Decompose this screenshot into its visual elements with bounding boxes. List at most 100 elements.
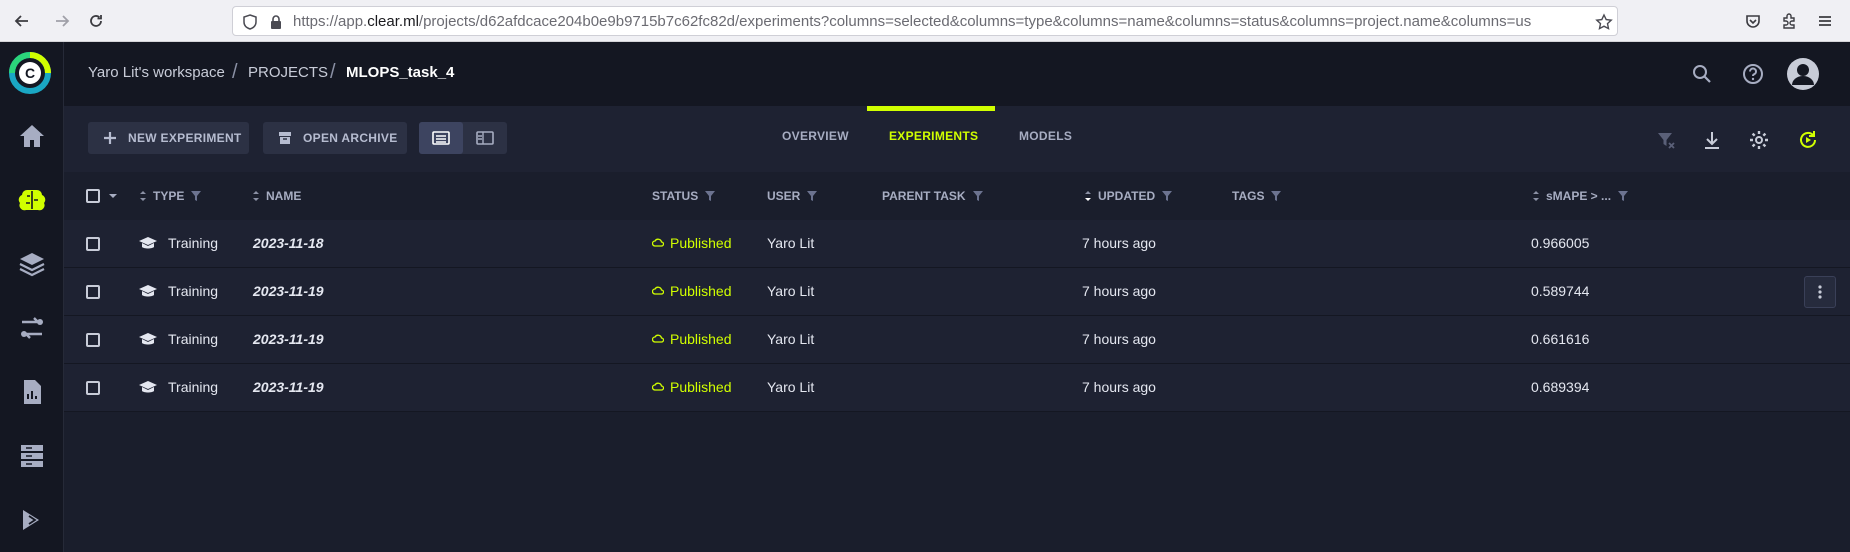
- updated-cell: 7 hours ago: [1082, 283, 1156, 299]
- brain-icon[interactable]: [16, 184, 48, 216]
- row-checkbox[interactable]: [86, 237, 100, 251]
- reload-icon[interactable]: [84, 9, 108, 33]
- user-cell: Yaro Lit: [767, 283, 815, 299]
- table-empty-area: [64, 412, 1850, 552]
- sort-icon[interactable]: [139, 190, 147, 202]
- column-header-updated[interactable]: UPDATED: [1084, 189, 1173, 203]
- row-checkbox[interactable]: [86, 285, 100, 299]
- open-archive-label: OPEN ARCHIVE: [303, 131, 398, 145]
- column-header-smape[interactable]: sMAPE > ...: [1532, 189, 1629, 203]
- table-header: TYPE NAME STATUS USER PARENT TASK UPDATE…: [64, 172, 1850, 220]
- column-label: NAME: [266, 189, 302, 203]
- training-type-icon: [138, 283, 158, 301]
- clear-filters-icon[interactable]: [1654, 128, 1678, 152]
- open-archive-button[interactable]: OPEN ARCHIVE: [263, 122, 407, 154]
- pipelines-icon[interactable]: [16, 312, 48, 344]
- column-header-tags[interactable]: TAGS: [1232, 189, 1282, 203]
- sidebar: C: [0, 42, 64, 552]
- published-cloud-icon: [651, 283, 665, 299]
- tab-experiments[interactable]: EXPERIMENTS: [889, 129, 978, 143]
- auto-refresh-icon[interactable]: [1796, 128, 1820, 152]
- settings-gear-icon[interactable]: [1747, 128, 1771, 152]
- select-all-checkbox[interactable]: [86, 189, 100, 203]
- address-bar[interactable]: https://app.clear.ml/projects/d62afdcace…: [232, 6, 1618, 36]
- smape-cell: 0.966005: [1531, 235, 1590, 251]
- tab-models[interactable]: MODELS: [1019, 129, 1072, 143]
- training-type-icon: [138, 235, 158, 253]
- datasets-icon[interactable]: [16, 440, 48, 472]
- column-header-type[interactable]: TYPE: [139, 189, 202, 203]
- updated-cell: 7 hours ago: [1082, 331, 1156, 347]
- clearml-logo[interactable]: C: [8, 50, 52, 96]
- status-label: Published: [670, 235, 732, 251]
- table-row[interactable]: Training 2023-11-18 Published Yaro Lit 7…: [64, 220, 1850, 268]
- name-cell[interactable]: 2023-11-19: [253, 331, 324, 347]
- plus-icon: [102, 130, 118, 146]
- filter-icon[interactable]: [1617, 190, 1629, 202]
- user-cell: Yaro Lit: [767, 331, 815, 347]
- filter-icon[interactable]: [704, 190, 716, 202]
- view-mode-toggle: [419, 122, 507, 154]
- extensions-icon[interactable]: [1777, 9, 1801, 33]
- type-cell: Training: [168, 331, 219, 347]
- filter-icon[interactable]: [972, 190, 984, 202]
- menu-icon[interactable]: [1813, 9, 1837, 33]
- user-avatar-icon[interactable]: [1785, 56, 1821, 92]
- filter-icon[interactable]: [1161, 190, 1173, 202]
- orchestration-icon[interactable]: [16, 504, 48, 536]
- column-label: TAGS: [1232, 189, 1265, 203]
- active-tab-indicator: [867, 106, 995, 111]
- column-header-status[interactable]: STATUS: [652, 189, 716, 203]
- filter-icon[interactable]: [190, 190, 202, 202]
- breadcrumb-workspace[interactable]: Yaro Lit's workspace: [88, 64, 225, 81]
- table-view-icon[interactable]: [419, 122, 463, 154]
- status-badge: Published: [651, 379, 732, 395]
- search-icon[interactable]: [1690, 62, 1714, 86]
- breadcrumb-current-project: MLOPS_task_4: [346, 64, 455, 81]
- filter-icon[interactable]: [806, 190, 818, 202]
- table-row[interactable]: Training 2023-11-19 Published Yaro Lit 7…: [64, 364, 1850, 412]
- home-icon[interactable]: [16, 120, 48, 152]
- column-header-parent-task[interactable]: PARENT TASK: [882, 189, 984, 203]
- bookmark-star-icon[interactable]: [1595, 13, 1613, 31]
- row-checkbox[interactable]: [86, 333, 100, 347]
- tab-overview[interactable]: OVERVIEW: [782, 129, 849, 143]
- table-row[interactable]: Training 2023-11-19 Published Yaro Lit 7…: [64, 268, 1850, 316]
- column-header-name[interactable]: NAME: [252, 189, 301, 203]
- lock-icon[interactable]: [267, 13, 285, 31]
- breadcrumb-projects[interactable]: PROJECTS: [248, 64, 328, 81]
- url-text: https://app.clear.ml/projects/d62afdcace…: [293, 13, 1532, 30]
- published-cloud-icon: [651, 235, 665, 251]
- help-icon[interactable]: [1741, 62, 1765, 86]
- layers-icon[interactable]: [16, 248, 48, 280]
- name-cell[interactable]: 2023-11-18: [253, 235, 324, 251]
- shield-icon[interactable]: [241, 13, 259, 31]
- pocket-icon[interactable]: [1741, 9, 1765, 33]
- back-icon[interactable]: [10, 9, 34, 33]
- table-row[interactable]: Training 2023-11-19 Published Yaro Lit 7…: [64, 316, 1850, 364]
- sort-desc-icon[interactable]: [1084, 190, 1092, 202]
- row-more-options-button[interactable]: [1804, 276, 1836, 308]
- select-menu-caret-icon[interactable]: [108, 189, 118, 203]
- status-badge: Published: [651, 235, 732, 251]
- name-cell[interactable]: 2023-11-19: [253, 379, 324, 395]
- reports-icon[interactable]: [16, 376, 48, 408]
- forward-icon[interactable]: [50, 9, 74, 33]
- row-checkbox[interactable]: [86, 381, 100, 395]
- column-label: USER: [767, 189, 801, 203]
- sort-icon[interactable]: [252, 190, 260, 202]
- column-label: sMAPE > ...: [1546, 189, 1612, 203]
- smape-cell: 0.661616: [1531, 331, 1590, 347]
- column-header-user[interactable]: USER: [767, 189, 818, 203]
- details-view-icon[interactable]: [463, 122, 507, 154]
- download-icon[interactable]: [1700, 128, 1724, 152]
- new-experiment-button[interactable]: NEW EXPERIMENT: [88, 122, 249, 154]
- column-label: UPDATED: [1098, 189, 1156, 203]
- filter-icon[interactable]: [1270, 190, 1282, 202]
- name-cell[interactable]: 2023-11-19: [253, 283, 324, 299]
- published-cloud-icon: [651, 379, 665, 395]
- sort-icon[interactable]: [1532, 190, 1540, 202]
- updated-cell: 7 hours ago: [1082, 379, 1156, 395]
- experiments-toolbar: NEW EXPERIMENT OPEN ARCHIVE OVERVIEW EXP…: [64, 106, 1850, 172]
- column-label: STATUS: [652, 189, 699, 203]
